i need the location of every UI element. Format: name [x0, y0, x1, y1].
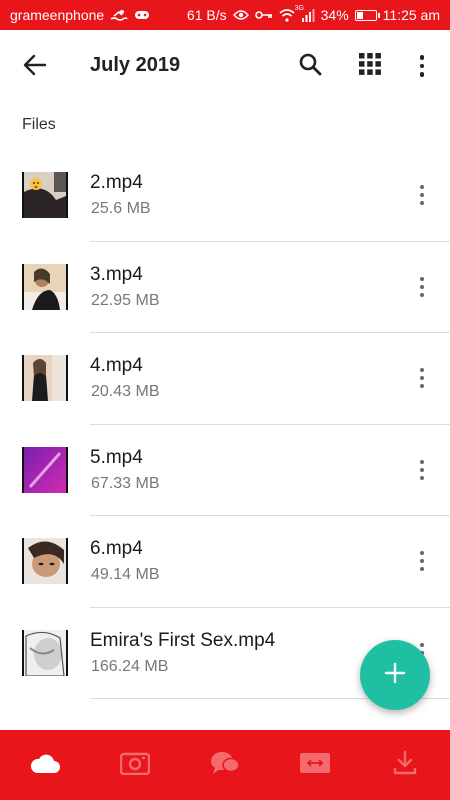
file-options-button[interactable]: [410, 270, 434, 304]
grid-view-button[interactable]: [352, 48, 388, 84]
signal-icon: 3G: [295, 5, 315, 22]
file-options-button[interactable]: [410, 178, 434, 212]
cloud-icon: [29, 752, 61, 779]
file-item[interactable]: 5.mp4 67.33 MB: [0, 425, 450, 516]
add-fab-button[interactable]: [360, 640, 430, 710]
status-bar: grameenphone 61 B/s 3G 34% 11:25 am: [0, 0, 450, 30]
video-thumbnail[interactable]: [22, 446, 68, 493]
video-thumbnail[interactable]: [22, 538, 68, 584]
overflow-menu-button[interactable]: [408, 48, 436, 84]
game-controller-icon: [134, 8, 150, 22]
plus-icon: [384, 662, 406, 689]
back-button[interactable]: [18, 50, 52, 84]
more-vert-icon: [420, 551, 424, 571]
carrier-name: grameenphone: [10, 7, 105, 23]
search-icon: [298, 52, 322, 81]
more-vert-icon: [420, 185, 424, 205]
video-thumbnail[interactable]: [22, 355, 68, 401]
file-options-button[interactable]: [410, 361, 434, 395]
eye-icon: [232, 9, 249, 21]
file-size: 49.14 MB: [91, 566, 160, 583]
transfer-icon: [299, 752, 331, 779]
wifi-icon: [279, 8, 295, 22]
app-bar: July 2019: [0, 30, 450, 102]
file-size: 67.33 MB: [91, 474, 160, 492]
file-name: 5.mp4: [90, 446, 143, 468]
video-thumbnail[interactable]: [22, 263, 68, 310]
network-type-label: 3G: [294, 4, 304, 12]
file-item[interactable]: 6.mp4 49.14 MB: [0, 516, 450, 608]
page-title: July 2019: [90, 54, 181, 76]
nav-item-download[interactable]: [370, 730, 440, 800]
file-item[interactable]: 3.mp4 22.95 MB: [0, 242, 450, 333]
file-size: 20.43 MB: [91, 383, 160, 400]
camera-icon: [119, 751, 151, 780]
file-options-button[interactable]: [410, 453, 434, 487]
clock: 11:25 am: [382, 7, 440, 23]
file-name: 2.mp4: [90, 172, 143, 193]
more-vert-icon: [420, 276, 424, 297]
swim-notification-icon: [110, 8, 128, 22]
network-speed: 61 B/s: [186, 7, 227, 23]
nav-item-transfer[interactable]: [280, 730, 350, 800]
bottom-navigation: [0, 730, 450, 800]
file-item[interactable]: 2.mp4 25.6 MB: [0, 150, 450, 242]
file-name: 3.mp4: [90, 263, 143, 285]
chat-icon: [209, 750, 241, 781]
more-vert-icon: [420, 368, 424, 388]
video-thumbnail[interactable]: [22, 629, 68, 676]
key-icon: [254, 10, 273, 20]
file-size: 166.24 MB: [91, 657, 169, 675]
battery-percent: 34%: [320, 7, 349, 23]
download-icon: [392, 750, 418, 781]
nav-item-chat[interactable]: [190, 730, 260, 800]
nav-item-camera[interactable]: [100, 730, 170, 800]
search-button[interactable]: [292, 48, 328, 84]
file-options-button[interactable]: [410, 544, 434, 578]
file-item[interactable]: 4.mp4 20.43 MB: [0, 333, 450, 425]
more-vert-icon: [419, 55, 425, 77]
file-size: 22.95 MB: [91, 291, 160, 309]
file-name: 4.mp4: [90, 355, 143, 376]
nav-item-cloud[interactable]: [10, 730, 80, 800]
file-size: 25.6 MB: [91, 200, 151, 217]
section-label-files: Files: [22, 116, 56, 133]
file-list: 2.mp4 25.6 MB 3.mp4 22.95 MB 4.mp4 20.43…: [0, 150, 450, 699]
arrow-back-icon: [23, 54, 47, 81]
file-name: Emira's First Sex.mp4: [90, 629, 276, 651]
grid-icon: [359, 52, 381, 80]
file-name: 6.mp4: [90, 538, 143, 559]
video-thumbnail[interactable]: [22, 172, 68, 218]
more-vert-icon: [420, 459, 424, 480]
battery-icon: [354, 9, 380, 21]
